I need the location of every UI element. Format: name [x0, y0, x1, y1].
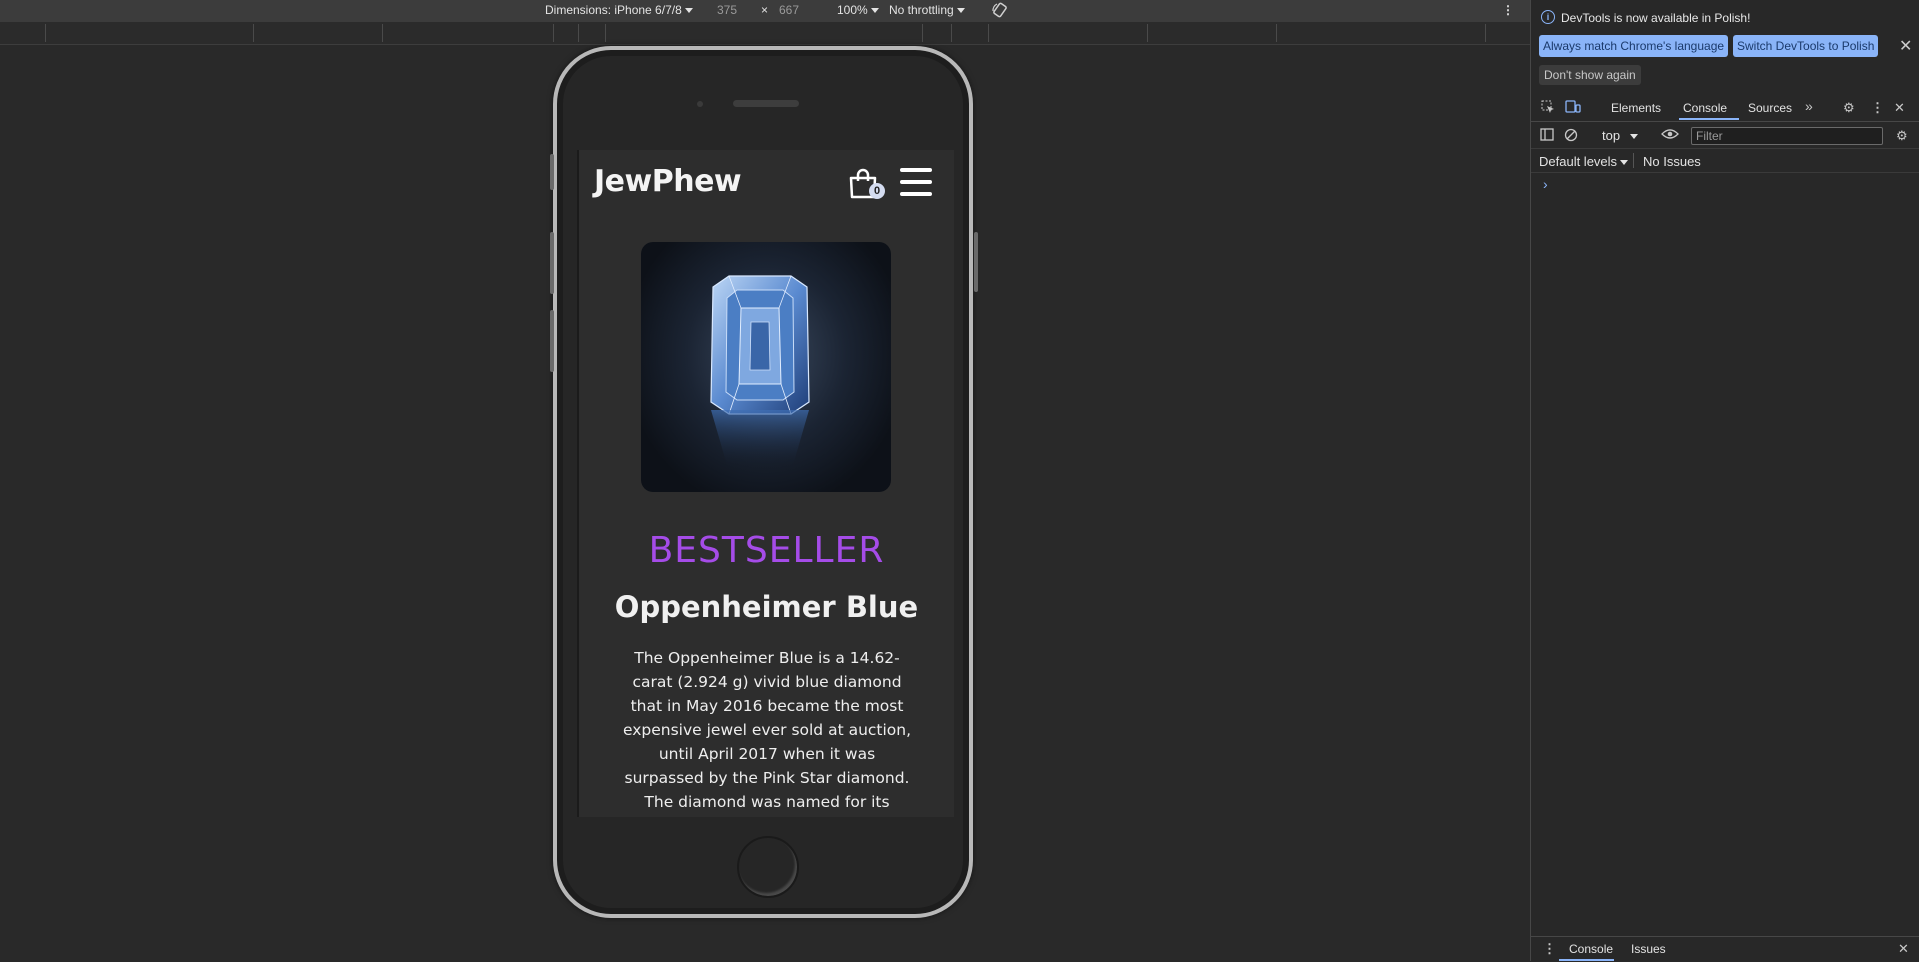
divider	[1633, 153, 1634, 168]
info-icon: i	[1541, 10, 1555, 24]
phone-home-button	[737, 836, 799, 898]
chevron-down-icon	[1629, 134, 1638, 140]
device-dimensions-dropdown[interactable]: Dimensions: iPhone 6/7/8	[545, 3, 693, 17]
tab-sources[interactable]: Sources	[1748, 101, 1792, 115]
close-icon[interactable]: ✕	[1899, 36, 1912, 56]
drawer-tab-console[interactable]: Console	[1569, 942, 1613, 956]
site-header: JewPhew 0	[579, 150, 954, 220]
chevron-down-icon	[1620, 160, 1629, 166]
device-toggle-icon[interactable]	[1565, 100, 1581, 117]
bestseller-label: BESTSELLER	[648, 530, 885, 571]
console-toolbar: top ⚙	[1531, 124, 1919, 149]
throttling-dropdown[interactable]: No throttling	[889, 3, 965, 17]
phone-power-button	[974, 232, 978, 292]
product-description: The Oppenheimer Blue is a 14.62-carat (2…	[622, 649, 912, 811]
device-dimensions-label: Dimensions: iPhone 6/7/8	[545, 3, 682, 17]
log-levels-dropdown[interactable]: Default levels	[1539, 154, 1629, 169]
chevron-down-icon	[684, 8, 693, 14]
throttling-label: No throttling	[889, 3, 954, 17]
close-icon[interactable]: ✕	[1898, 941, 1909, 957]
device-toolbar: Dimensions: iPhone 6/7/8 375 × 667 100% …	[0, 0, 1530, 22]
zoom-dropdown[interactable]: 100%	[837, 3, 879, 17]
gear-icon[interactable]: ⚙	[1843, 100, 1855, 116]
devtools-panel: i DevTools is now available in Polish! A…	[1530, 0, 1919, 961]
infobar-message: DevTools is now available in Polish!	[1561, 11, 1751, 25]
switch-language-button[interactable]: Switch DevTools to Polish	[1733, 35, 1879, 57]
hamburger-menu-icon[interactable]	[900, 168, 932, 196]
drawer-tab-issues[interactable]: Issues	[1631, 942, 1666, 956]
times-sign: ×	[761, 3, 769, 17]
more-options-icon[interactable]: ⋮	[1543, 941, 1556, 957]
dont-show-again-button[interactable]: Don't show again	[1539, 65, 1641, 85]
log-levels-label: Default levels	[1539, 154, 1618, 169]
zoom-label: 100%	[837, 3, 868, 17]
cart-button[interactable]: 0	[847, 166, 885, 202]
active-tab-indicator	[1679, 118, 1739, 120]
devtools-tabbar: Elements Console Sources » ⚙ ⋮ ✕	[1531, 96, 1919, 122]
device-viewport: JewPhew 0 BESTSELLER Oppenheimer Blue Th…	[577, 150, 954, 817]
tab-elements[interactable]: Elements	[1611, 101, 1661, 115]
tab-console[interactable]: Console	[1683, 101, 1727, 115]
eye-icon[interactable]	[1661, 128, 1679, 143]
cart-count-badge: 0	[869, 183, 885, 199]
clear-console-icon[interactable]	[1564, 128, 1578, 145]
more-options-icon[interactable]: ⋮	[1502, 3, 1514, 17]
brand-logo[interactable]: JewPhew	[594, 164, 742, 199]
context-label: top	[1602, 128, 1621, 143]
more-options-icon[interactable]: ⋮	[1871, 100, 1884, 116]
match-language-button[interactable]: Always match Chrome's language	[1539, 35, 1729, 57]
close-icon[interactable]: ✕	[1894, 100, 1905, 116]
issues-counter[interactable]: No Issues	[1643, 154, 1701, 169]
phone-volume-down	[550, 310, 554, 372]
rotate-icon[interactable]	[991, 1, 1009, 22]
width-input[interactable]: 375	[717, 3, 737, 17]
console-filter-input[interactable]	[1691, 127, 1883, 145]
chevron-down-icon	[870, 8, 879, 14]
inspect-element-icon[interactable]	[1541, 100, 1555, 117]
product-title: Oppenheimer Blue	[614, 590, 919, 624]
phone-camera	[697, 101, 703, 107]
console-levels-bar: Default levels No Issues	[1531, 150, 1919, 173]
context-selector[interactable]: top	[1602, 128, 1638, 143]
product-image	[641, 242, 891, 492]
sidebar-toggle-icon[interactable]	[1540, 128, 1554, 144]
gear-icon[interactable]: ⚙	[1896, 128, 1908, 144]
diamond-illustration	[710, 275, 810, 472]
phone-speaker	[733, 100, 799, 107]
height-input[interactable]: 667	[779, 3, 799, 17]
phone-mute-switch	[550, 154, 554, 190]
media-query-ruler	[0, 22, 1530, 45]
more-tabs-icon[interactable]: »	[1805, 98, 1813, 114]
language-infobar: i DevTools is now available in Polish! A…	[1531, 0, 1919, 88]
phone-volume-up	[550, 232, 554, 294]
console-prompt-chevron-icon[interactable]: ›	[1543, 176, 1548, 192]
chevron-down-icon	[956, 8, 965, 14]
devtools-drawer: ⋮ Console Issues ✕	[1531, 936, 1919, 962]
